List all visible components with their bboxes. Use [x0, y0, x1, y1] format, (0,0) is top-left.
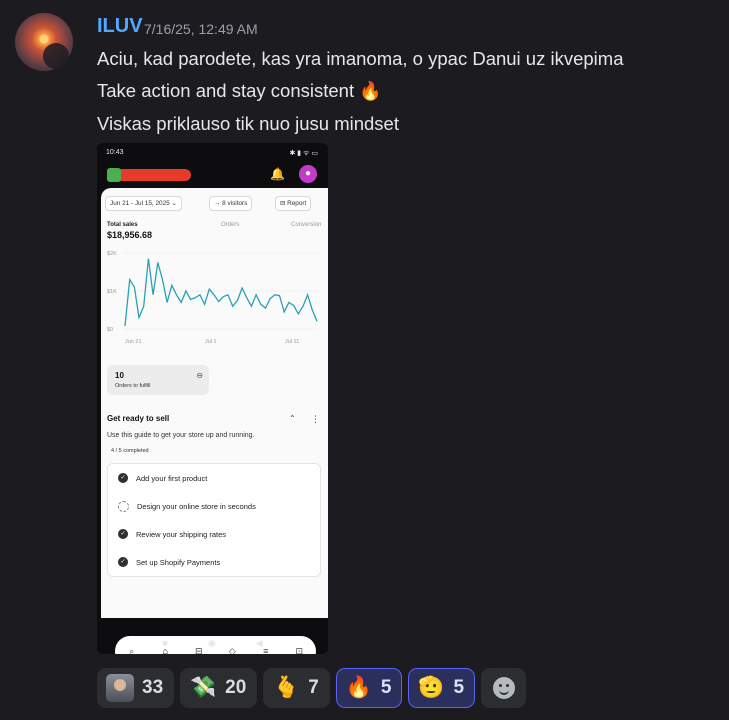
date-range-filter: Jun 21 - Jul 15, 2025 ⌄	[105, 196, 182, 211]
reaction-avatar-emoji[interactable]: 33	[97, 668, 175, 708]
total-sales-value: $18,956.68	[107, 230, 153, 240]
sales-series-line	[124, 258, 318, 327]
reaction-count: 5	[380, 677, 392, 698]
task-item: ✓ Set up Shopify Payments	[108, 548, 320, 576]
task-list: ✓ Add your first product Design your onli…	[107, 463, 321, 577]
guide-title: Get ready to sell	[107, 414, 170, 423]
guide-subtitle: Use this guide to get your store up and …	[107, 432, 255, 439]
report-button: ⊟ Report	[275, 196, 312, 211]
add-reaction-button[interactable]	[481, 668, 527, 708]
fire-emoji: 🔥	[359, 81, 382, 101]
saluting-face-icon: 🫡	[418, 676, 445, 699]
custom-avatar-emoji-icon	[106, 674, 134, 702]
visitors-chip: → 8 visitors	[209, 196, 253, 211]
orders-tab-label: Orders	[221, 222, 240, 228]
back-icon: ◀	[255, 637, 263, 648]
task-item: Design your online store in seconds	[108, 492, 320, 520]
y-tick-label: $0	[107, 327, 113, 333]
check-icon: ✓	[118, 473, 128, 483]
fire-icon: 🔥	[345, 676, 372, 699]
android-nav-bar: ■ ◉ ◀	[97, 633, 328, 653]
store-logo	[107, 168, 121, 182]
conversion-tab-label: Conversion	[291, 222, 322, 228]
inbox-icon: ⊖	[196, 371, 203, 380]
phone-status-icons: ✱ ▮ ᯤ ▭	[289, 150, 318, 157]
orders-to-fulfill-card: 10 Orders to fulfill ⊖	[107, 365, 209, 395]
reaction-money-wings[interactable]: 💸 20	[180, 668, 258, 708]
reaction-bar: 33 💸 20 🫰 7 🔥 5 🫡 5	[97, 668, 527, 708]
x-tick-label: Jul 1	[205, 339, 217, 345]
phone-status-time: 10:43	[106, 149, 124, 156]
guide-progress: 4 / 5 completed	[111, 448, 149, 454]
author-username[interactable]: ILUV	[97, 15, 143, 38]
check-icon: ✓	[118, 529, 128, 539]
author-avatar[interactable]	[15, 13, 73, 71]
profile-icon: ●	[299, 165, 317, 183]
home-circle-icon: ◉	[207, 637, 216, 648]
y-tick-label: $2K	[107, 251, 117, 257]
message-line-2: Take action and stay consistent 🔥	[97, 80, 382, 102]
message-timestamp: 7/16/25, 12:49 AM	[144, 21, 258, 37]
orders-count: 10	[115, 371, 124, 380]
image-attachment[interactable]: 10:43 ✱ ▮ ᯤ ▭ 🔔 ● Jun 21 - Jul 15, 2025 …	[97, 143, 328, 654]
recent-apps-icon: ■	[162, 638, 168, 648]
pending-circle-icon	[118, 500, 129, 512]
message-line-2-text: Take action and stay consistent	[97, 80, 355, 101]
dashboard-card: Jun 21 - Jul 15, 2025 ⌄ → 8 visitors ⊟ R…	[101, 188, 328, 654]
check-icon: ✓	[118, 557, 128, 567]
message-line-1: Aciu, kad parodete, kas yra imanoma, o y…	[97, 48, 624, 69]
message-line-3: Viskas priklauso tik nuo jusu mindset	[97, 113, 399, 134]
task-item: ✓ Add your first product	[108, 464, 320, 492]
reaction-count: 20	[225, 677, 247, 698]
x-tick-label: Jul 11	[285, 339, 299, 345]
money-with-wings-icon: 💸	[190, 676, 217, 699]
reaction-hand[interactable]: 🫰 7	[263, 668, 330, 708]
reaction-count: 7	[308, 677, 319, 698]
reaction-fire[interactable]: 🔥 5	[335, 668, 403, 708]
sales-line-chart: $2K $1K $0 Jun 21 Jul 1 Jul 11	[107, 251, 319, 345]
more-vert-icon: ⋮	[311, 414, 320, 424]
add-reaction-smiley-icon	[492, 677, 515, 699]
reaction-count: 33	[142, 677, 164, 698]
reaction-count: 5	[453, 677, 465, 698]
y-tick-label: $1K	[107, 289, 117, 295]
task-item: ✓ Review your shipping rates	[108, 520, 320, 548]
total-sales-label: Total sales	[107, 222, 138, 228]
bell-icon: 🔔	[270, 167, 285, 181]
orders-label: Orders to fulfill	[115, 383, 151, 389]
x-tick-label: Jun 21	[125, 339, 142, 345]
avatar-tree-silhouette	[43, 43, 69, 69]
hand-gesture-icon: 🫰	[273, 676, 300, 699]
chevron-up-icon: ⌃	[289, 414, 296, 423]
reaction-salute[interactable]: 🫡 5	[408, 668, 476, 708]
